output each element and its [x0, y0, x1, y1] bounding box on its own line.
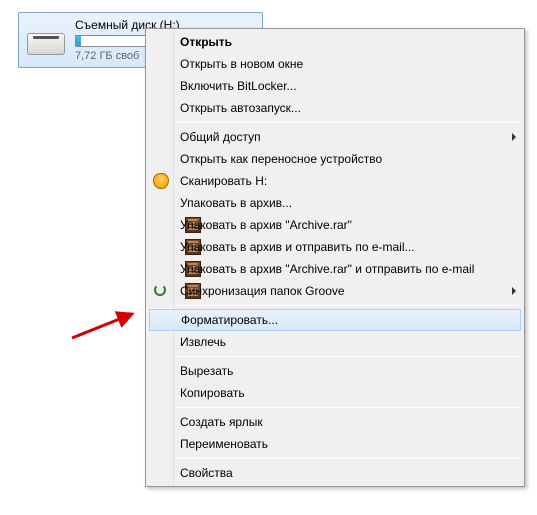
- menu-separator: [176, 356, 520, 357]
- menu-item[interactable]: Включить BitLocker...: [148, 75, 522, 97]
- menu-separator: [176, 305, 520, 306]
- menu-item[interactable]: Упаковать в архив "Archive.rar": [148, 214, 522, 236]
- menu-item[interactable]: Открыть как переносное устройство: [148, 148, 522, 170]
- menu-item-label: Открыть: [180, 35, 232, 49]
- menu-item-label: Свойства: [180, 466, 233, 480]
- menu-separator: [176, 407, 520, 408]
- submenu-arrow-icon: [512, 133, 516, 141]
- menu-item[interactable]: Форматировать...: [149, 309, 521, 331]
- menu-item-label: Переименовать: [180, 437, 268, 451]
- menu-item-label: Упаковать в архив "Archive.rar": [180, 218, 352, 232]
- menu-item-label: Копировать: [180, 386, 245, 400]
- menu-item[interactable]: Переименовать: [148, 433, 522, 455]
- menu-item-label: Создать ярлык: [180, 415, 263, 429]
- menu-item-label: Форматировать...: [181, 313, 278, 327]
- menu-item-label: Включить BitLocker...: [180, 79, 297, 93]
- menu-separator: [176, 122, 520, 123]
- sync-icon: [154, 284, 166, 296]
- menu-item[interactable]: Общий доступ: [148, 126, 522, 148]
- menu-item-label: Вырезать: [180, 364, 233, 378]
- menu-item[interactable]: Синхронизация папок Groove: [148, 280, 522, 302]
- menu-item-label: Синхронизация папок Groove: [180, 284, 345, 298]
- menu-item-label: Извлечь: [180, 335, 226, 349]
- menu-item[interactable]: Свойства: [148, 462, 522, 484]
- menu-item-label: Сканировать H:: [180, 174, 267, 188]
- shield-icon: [153, 173, 169, 189]
- menu-separator: [176, 458, 520, 459]
- menu-item[interactable]: Копировать: [148, 382, 522, 404]
- menu-item-label: Открыть как переносное устройство: [180, 152, 382, 166]
- menu-item-label: Упаковать в архив "Archive.rar" и отправ…: [180, 262, 474, 276]
- menu-item-label: Упаковать в архив и отправить по e-mail.…: [180, 240, 415, 254]
- menu-item[interactable]: Открыть: [148, 31, 522, 53]
- menu-item[interactable]: Упаковать в архив "Archive.rar" и отправ…: [148, 258, 522, 280]
- menu-item[interactable]: Упаковать в архив...: [148, 192, 522, 214]
- menu-item-label: Упаковать в архив...: [180, 196, 292, 210]
- menu-item[interactable]: Извлечь: [148, 331, 522, 353]
- menu-item[interactable]: Открыть автозапуск...: [148, 97, 522, 119]
- context-menu: Открыть Открыть в новом окне Включить BitL…: [145, 28, 525, 487]
- menu-item[interactable]: Открыть в новом окне: [148, 53, 522, 75]
- menu-item-label: Открыть в новом окне: [180, 57, 303, 71]
- menu-item[interactable]: Упаковать в архив и отправить по e-mail.…: [148, 236, 522, 258]
- submenu-arrow-icon: [512, 287, 516, 295]
- annotation-arrow-icon: [70, 310, 140, 340]
- menu-item[interactable]: Сканировать H:: [148, 170, 522, 192]
- menu-item-label: Общий доступ: [180, 130, 261, 144]
- removable-disk-icon: [25, 19, 67, 61]
- menu-item[interactable]: Создать ярлык: [148, 411, 522, 433]
- drive-capacity-fill: [76, 36, 81, 46]
- menu-item-label: Открыть автозапуск...: [180, 101, 301, 115]
- menu-item[interactable]: Вырезать: [148, 360, 522, 382]
